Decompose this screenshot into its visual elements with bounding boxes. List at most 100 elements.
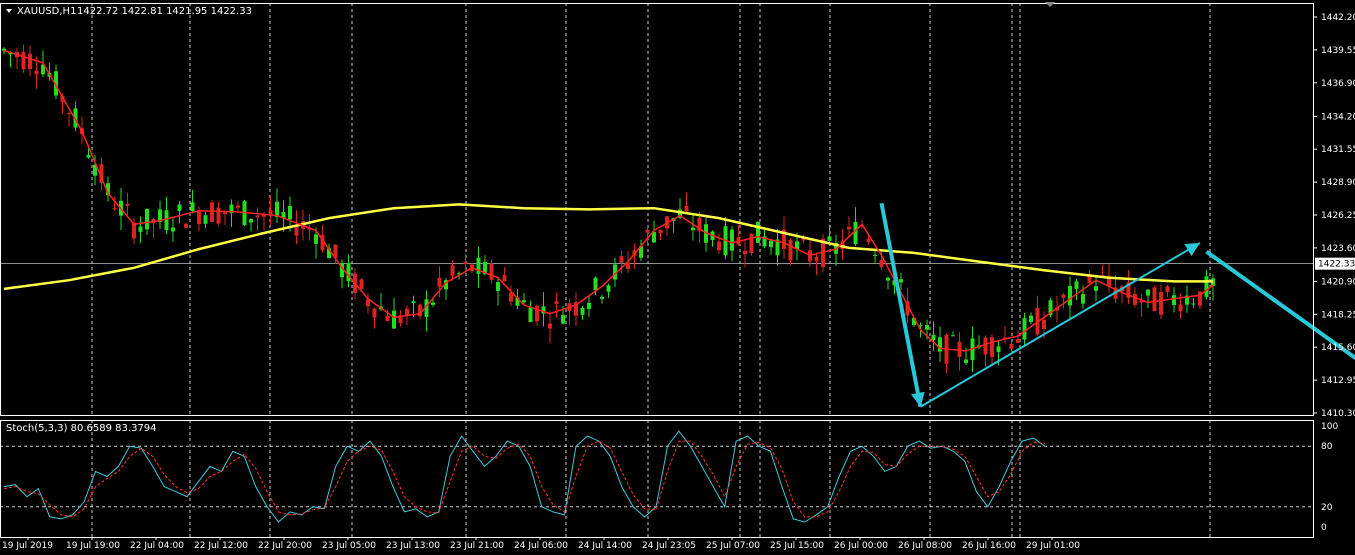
- candle-body: [853, 221, 858, 245]
- shift-marker-icon[interactable]: [1045, 2, 1055, 7]
- candle-body: [489, 263, 494, 280]
- x-tick-label: 25 Jul 15:00: [770, 541, 824, 551]
- candle-body: [236, 205, 240, 208]
- candle-body: [1029, 315, 1033, 323]
- stoch-panel-border: [0, 420, 1314, 538]
- candle-body: [125, 203, 130, 206]
- candle-body: [593, 277, 598, 291]
- trend-arrow-line: [919, 242, 1201, 408]
- y-tick-label: 1410.30: [1321, 409, 1355, 419]
- x-tick-label: 29 Jul 01:00: [1026, 541, 1080, 551]
- fast-ma-line: [3, 49, 1214, 352]
- grid-lines: [0, 3, 1313, 537]
- candle-body: [788, 239, 793, 261]
- candle-body: [437, 277, 442, 287]
- candle-body: [1133, 293, 1137, 305]
- candle-body: [112, 208, 117, 210]
- candle-body: [86, 154, 91, 158]
- candle-body: [684, 206, 689, 212]
- candle-body: [450, 265, 455, 276]
- dropdown-icon[interactable]: [6, 9, 12, 13]
- y-tick-label: 1436.90: [1321, 79, 1355, 89]
- chart-header: XAUUSD,H1 1422.72 1422.81 1421.95 1422.3…: [6, 6, 252, 17]
- candle-body: [392, 310, 396, 329]
- x-tick-label: 19 Jul 2019: [2, 541, 53, 551]
- y-tick-label: 1428.90: [1321, 178, 1355, 188]
- candle-body: [717, 241, 721, 251]
- y-tick-label: 1415.60: [1321, 343, 1355, 353]
- candle-body: [67, 112, 71, 114]
- trend-arrow-line: [879, 202, 923, 408]
- x-tick-label: 22 Jul 04:00: [130, 541, 184, 551]
- stochastic-oscillator: [3, 430, 1046, 523]
- candle-body: [749, 233, 754, 253]
- price-chart[interactable]: 1442.20 1439.55 1436.90 1434.20 1431.55 1428.…: [0, 0, 1355, 555]
- x-tick-label: 23 Jul 13:00: [386, 541, 440, 551]
- candle-body: [249, 218, 253, 223]
- candle-body: [1042, 319, 1046, 329]
- candle-body: [1016, 339, 1020, 343]
- candle-body: [502, 275, 507, 282]
- candle-body: [1159, 291, 1163, 315]
- candle-body: [177, 204, 182, 211]
- candle-body: [938, 337, 942, 352]
- stoch-tick-label: 20: [1321, 503, 1333, 513]
- candle-body: [957, 341, 962, 357]
- candle-body: [1178, 304, 1183, 312]
- candle-body: [548, 323, 552, 329]
- candle-body: [1094, 286, 1098, 291]
- stoch-tick-label: 100: [1321, 422, 1338, 432]
- current-price-label: 1422.33: [1318, 260, 1355, 270]
- x-tick-label: 22 Jul 12:00: [194, 541, 248, 551]
- symbol-label: XAUUSD,H1: [17, 6, 76, 17]
- y-tick-label: 1423.60: [1321, 244, 1355, 254]
- stoch-main-line: [3, 430, 1046, 523]
- x-tick-label: 24 Jul 14:00: [578, 541, 632, 551]
- y-tick-label: 1426.25: [1321, 211, 1355, 221]
- candle-body: [925, 324, 929, 330]
- candle-body: [645, 229, 650, 233]
- axes: 1442.20 1439.55 1436.90 1434.20 1431.55 1428.…: [0, 3, 1355, 551]
- x-tick-label: 26 Jul 08:00: [898, 541, 952, 551]
- candle-body: [255, 215, 260, 218]
- stoch-tick-label: 80: [1321, 442, 1333, 452]
- candle-body: [743, 250, 747, 255]
- x-tick-label: 26 Jul 16:00: [962, 541, 1016, 551]
- candle-body: [1009, 343, 1014, 349]
- candle-body: [216, 207, 221, 224]
- candle-body: [990, 337, 994, 358]
- candle-body: [138, 226, 143, 232]
- x-tick-label: 23 Jul 05:00: [322, 541, 376, 551]
- candle-body: [288, 205, 292, 220]
- x-tick-label: 22 Jul 20:00: [258, 541, 312, 551]
- ohlc-values: 1422.72 1422.81 1421.95 1422.33: [77, 6, 252, 17]
- x-tick-label: 25 Jul 07:00: [706, 541, 760, 551]
- candle-body: [769, 240, 773, 248]
- candle-body: [951, 335, 955, 337]
- candle-body: [847, 226, 851, 230]
- candle-body: [190, 202, 195, 212]
- candle-body: [879, 260, 884, 268]
- candle-body: [171, 227, 175, 232]
- candle-body: [28, 53, 32, 69]
- candle-body: [496, 282, 500, 292]
- stoch-label: Stoch(5,3,3) 80.6589 83.3794: [6, 423, 157, 434]
- y-tick-label: 1439.55: [1321, 46, 1355, 56]
- candle-body: [1191, 303, 1196, 305]
- candle-body: [385, 315, 390, 322]
- slow-ma-line: [3, 203, 1213, 291]
- candle-body: [1074, 281, 1079, 289]
- candle-body: [372, 308, 377, 318]
- candle-body: [561, 315, 565, 324]
- y-tick-label: 1434.20: [1321, 112, 1355, 122]
- candle-body: [931, 334, 936, 340]
- candle-body: [463, 261, 468, 265]
- candle-body: [554, 301, 559, 305]
- candle-body: [314, 234, 318, 244]
- candle-body: [184, 223, 188, 228]
- candle-body: [899, 279, 903, 283]
- candle-body: [431, 302, 435, 305]
- candle-body: [1022, 318, 1027, 340]
- candle-body: [691, 227, 695, 231]
- x-tick-label: 24 Jul 06:00: [514, 541, 568, 551]
